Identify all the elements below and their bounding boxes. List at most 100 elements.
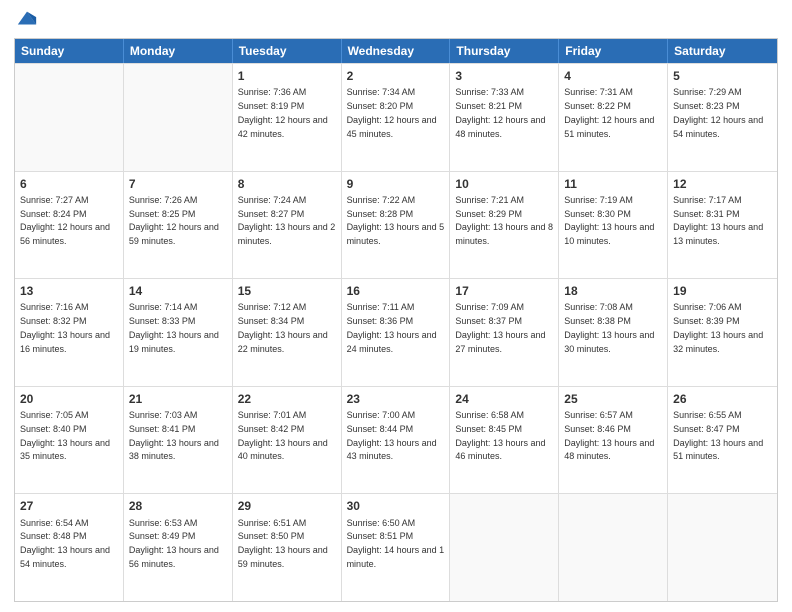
day-cell-3: 3 Sunrise: 7:33 AM Sunset: 8:21 PM Daylig…	[450, 64, 559, 171]
day-number: 5	[673, 68, 772, 84]
day-cell-5: 5Sunrise: 7:29 AM Sunset: 8:23 PM Daylig…	[668, 64, 777, 171]
day-cell-23: 23 Sunrise: 7:00 AM Sunset: 8:44 PM Dayli…	[342, 387, 451, 494]
day-cell-7: 7 Sunrise: 7:26 AM Sunset: 8:25 PM Daylig…	[124, 172, 233, 279]
day-number: 23	[347, 391, 445, 407]
day-cell-19: 19Sunrise: 7:06 AM Sunset: 8:39 PM Dayli…	[668, 279, 777, 386]
header-day-wednesday: Wednesday	[342, 39, 451, 63]
logo	[14, 10, 38, 30]
day-info: Sunrise: 7:08 AM Sunset: 8:38 PM Dayligh…	[564, 302, 654, 353]
day-info: Sunrise: 7:14 AM Sunset: 8:33 PM Dayligh…	[129, 302, 219, 353]
day-cell-16: 16Sunrise: 7:11 AM Sunset: 8:36 PM Dayli…	[342, 279, 451, 386]
day-info: Sunrise: 7:24 AM Sunset: 8:27 PM Dayligh…	[238, 195, 336, 246]
day-number: 25	[564, 391, 662, 407]
day-number: 27	[20, 498, 118, 514]
day-cell-28: 28Sunrise: 6:53 AM Sunset: 8:49 PM Dayli…	[124, 494, 233, 601]
day-number: 18	[564, 283, 662, 299]
header-day-tuesday: Tuesday	[233, 39, 342, 63]
day-info: Sunrise: 7:17 AM Sunset: 8:31 PM Dayligh…	[673, 195, 763, 246]
calendar-header: SundayMondayTuesdayWednesdayThursdayFrid…	[15, 39, 777, 63]
day-cell-4: 4 Sunrise: 7:31 AM Sunset: 8:22 PM Daylig…	[559, 64, 668, 171]
day-number: 29	[238, 498, 336, 514]
day-cell-15: 15Sunrise: 7:12 AM Sunset: 8:34 PM Dayli…	[233, 279, 342, 386]
header-day-thursday: Thursday	[450, 39, 559, 63]
day-info: Sunrise: 7:36 AM Sunset: 8:19 PM Dayligh…	[238, 87, 328, 138]
day-number: 6	[20, 176, 118, 192]
day-cell-empty	[124, 64, 233, 171]
day-number: 12	[673, 176, 772, 192]
day-cell-1: 1 Sunrise: 7:36 AM Sunset: 8:19 PM Daylig…	[233, 64, 342, 171]
day-cell-10: 10 Sunrise: 7:21 AM Sunset: 8:29 PM Dayli…	[450, 172, 559, 279]
day-cell-empty	[450, 494, 559, 601]
logo-text	[14, 10, 38, 30]
day-number: 13	[20, 283, 118, 299]
day-info: Sunrise: 7:33 AM Sunset: 8:21 PM Dayligh…	[455, 87, 545, 138]
logo-icon	[16, 8, 38, 30]
day-info: Sunrise: 6:57 AM Sunset: 8:46 PM Dayligh…	[564, 410, 654, 461]
day-cell-11: 11 Sunrise: 7:19 AM Sunset: 8:30 PM Dayli…	[559, 172, 668, 279]
day-cell-14: 14 Sunrise: 7:14 AM Sunset: 8:33 PM Dayli…	[124, 279, 233, 386]
header	[14, 10, 778, 30]
day-number: 24	[455, 391, 553, 407]
day-cell-29: 29 Sunrise: 6:51 AM Sunset: 8:50 PM Dayli…	[233, 494, 342, 601]
week-row-0: 1 Sunrise: 7:36 AM Sunset: 8:19 PM Daylig…	[15, 63, 777, 171]
day-number: 8	[238, 176, 336, 192]
day-cell-8: 8 Sunrise: 7:24 AM Sunset: 8:27 PM Daylig…	[233, 172, 342, 279]
day-cell-9: 9 Sunrise: 7:22 AM Sunset: 8:28 PM Daylig…	[342, 172, 451, 279]
day-number: 11	[564, 176, 662, 192]
day-number: 17	[455, 283, 553, 299]
day-number: 3	[455, 68, 553, 84]
day-number: 10	[455, 176, 553, 192]
day-info: Sunrise: 7:03 AM Sunset: 8:41 PM Dayligh…	[129, 410, 219, 461]
calendar-container: SundayMondayTuesdayWednesdayThursdayFrid…	[0, 0, 792, 612]
day-number: 1	[238, 68, 336, 84]
day-number: 14	[129, 283, 227, 299]
day-info: Sunrise: 6:50 AM Sunset: 8:51 PM Dayligh…	[347, 518, 445, 569]
day-cell-22: 22 Sunrise: 7:01 AM Sunset: 8:42 PM Dayli…	[233, 387, 342, 494]
header-day-friday: Friday	[559, 39, 668, 63]
day-info: Sunrise: 7:05 AM Sunset: 8:40 PM Dayligh…	[20, 410, 110, 461]
day-cell-21: 21 Sunrise: 7:03 AM Sunset: 8:41 PM Dayli…	[124, 387, 233, 494]
day-info: Sunrise: 7:21 AM Sunset: 8:29 PM Dayligh…	[455, 195, 553, 246]
day-number: 22	[238, 391, 336, 407]
day-info: Sunrise: 6:51 AM Sunset: 8:50 PM Dayligh…	[238, 518, 328, 569]
day-cell-17: 17Sunrise: 7:09 AM Sunset: 8:37 PM Dayli…	[450, 279, 559, 386]
day-number: 26	[673, 391, 772, 407]
day-info: Sunrise: 7:12 AM Sunset: 8:34 PM Dayligh…	[238, 302, 328, 353]
day-number: 19	[673, 283, 772, 299]
day-cell-13: 13Sunrise: 7:16 AM Sunset: 8:32 PM Dayli…	[15, 279, 124, 386]
day-cell-12: 12 Sunrise: 7:17 AM Sunset: 8:31 PM Dayli…	[668, 172, 777, 279]
header-day-monday: Monday	[124, 39, 233, 63]
day-number: 28	[129, 498, 227, 514]
day-number: 20	[20, 391, 118, 407]
day-info: Sunrise: 7:34 AM Sunset: 8:20 PM Dayligh…	[347, 87, 437, 138]
day-cell-2: 2 Sunrise: 7:34 AM Sunset: 8:20 PM Daylig…	[342, 64, 451, 171]
day-info: Sunrise: 7:01 AM Sunset: 8:42 PM Dayligh…	[238, 410, 328, 461]
header-day-sunday: Sunday	[15, 39, 124, 63]
week-row-4: 27 Sunrise: 6:54 AM Sunset: 8:48 PM Dayli…	[15, 493, 777, 601]
day-info: Sunrise: 7:11 AM Sunset: 8:36 PM Dayligh…	[347, 302, 437, 353]
week-row-2: 13Sunrise: 7:16 AM Sunset: 8:32 PM Dayli…	[15, 278, 777, 386]
day-cell-30: 30 Sunrise: 6:50 AM Sunset: 8:51 PM Dayli…	[342, 494, 451, 601]
day-number: 7	[129, 176, 227, 192]
day-info: Sunrise: 7:19 AM Sunset: 8:30 PM Dayligh…	[564, 195, 654, 246]
calendar-body: 1 Sunrise: 7:36 AM Sunset: 8:19 PM Daylig…	[15, 63, 777, 601]
day-cell-empty	[15, 64, 124, 171]
day-number: 4	[564, 68, 662, 84]
week-row-1: 6 Sunrise: 7:27 AM Sunset: 8:24 PM Daylig…	[15, 171, 777, 279]
day-number: 9	[347, 176, 445, 192]
day-info: Sunrise: 7:00 AM Sunset: 8:44 PM Dayligh…	[347, 410, 437, 461]
header-day-saturday: Saturday	[668, 39, 777, 63]
day-info: Sunrise: 6:58 AM Sunset: 8:45 PM Dayligh…	[455, 410, 545, 461]
day-info: Sunrise: 7:26 AM Sunset: 8:25 PM Dayligh…	[129, 195, 219, 246]
day-number: 21	[129, 391, 227, 407]
week-row-3: 20 Sunrise: 7:05 AM Sunset: 8:40 PM Dayli…	[15, 386, 777, 494]
day-info: Sunrise: 6:54 AM Sunset: 8:48 PM Dayligh…	[20, 518, 110, 569]
day-cell-26: 26Sunrise: 6:55 AM Sunset: 8:47 PM Dayli…	[668, 387, 777, 494]
day-cell-6: 6 Sunrise: 7:27 AM Sunset: 8:24 PM Daylig…	[15, 172, 124, 279]
day-number: 30	[347, 498, 445, 514]
day-number: 2	[347, 68, 445, 84]
day-info: Sunrise: 7:31 AM Sunset: 8:22 PM Dayligh…	[564, 87, 654, 138]
day-info: Sunrise: 7:27 AM Sunset: 8:24 PM Dayligh…	[20, 195, 110, 246]
day-cell-27: 27 Sunrise: 6:54 AM Sunset: 8:48 PM Dayli…	[15, 494, 124, 601]
day-info: Sunrise: 7:22 AM Sunset: 8:28 PM Dayligh…	[347, 195, 445, 246]
